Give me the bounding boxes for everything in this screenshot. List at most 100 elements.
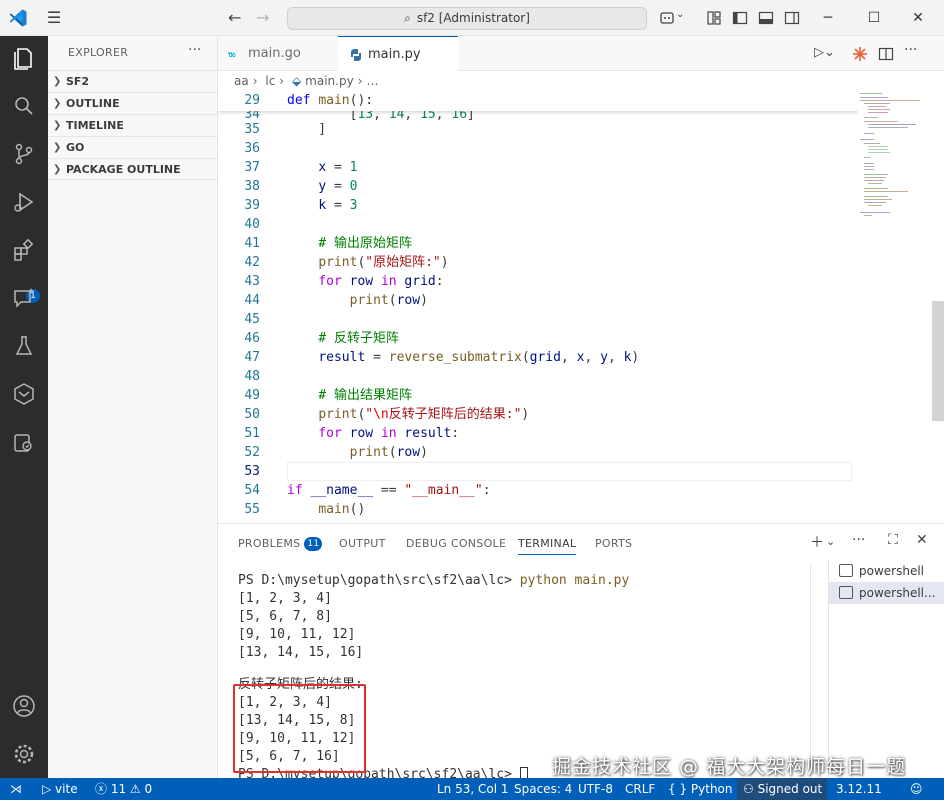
breadcrumb-item[interactable]: lc xyxy=(265,74,275,88)
code-line: 48 xyxy=(244,369,260,384)
code-line: 52 print(row) xyxy=(244,445,428,460)
terminal-line: [1, 2, 3, 4] xyxy=(238,591,332,606)
watermark: 掘金技术社区 @ 福大大架构师每日一题 xyxy=(552,756,907,778)
code-line: 37 x = 1 xyxy=(244,160,358,175)
code-line: 36 xyxy=(244,141,260,156)
sidebar-section-package-outline[interactable]: ❯ PACKAGE OUTLINE xyxy=(48,158,218,180)
code-line: 47 result = reverse_submatrix(grid, x, y… xyxy=(244,350,640,365)
sidebar-title: EXPLORER xyxy=(68,46,129,59)
tab-main-go[interactable]: ∞ main.go xyxy=(218,36,338,71)
account-icon[interactable] xyxy=(10,692,38,720)
explorer-icon[interactable] xyxy=(10,44,38,72)
copilot-status-icon[interactable]: ☺ xyxy=(910,778,923,800)
sidebar-explorer: EXPLORER ··· ❯ SF2 ❯ OUTLINE ❯ TIMELINE ❯ GO… xyxy=(48,36,218,778)
chevron-right-icon: ❯ xyxy=(53,142,62,153)
tab-output[interactable]: OUTPUT xyxy=(339,537,386,550)
toggle-sidebar-icon[interactable] xyxy=(732,10,748,26)
terminal-item-powershell[interactable]: powershell xyxy=(829,560,944,582)
tab-terminal[interactable]: TERMINAL xyxy=(518,537,577,555)
status-indentation[interactable]: Spaces: 4 xyxy=(514,778,572,800)
docker-icon[interactable] xyxy=(10,428,38,456)
search-icon: ⌕ xyxy=(404,11,411,25)
run-debug-icon[interactable] xyxy=(10,188,38,216)
braces-icon: { } xyxy=(668,782,691,796)
status-language[interactable]: { } Python xyxy=(668,778,733,800)
chevron-down-icon[interactable]: ⌄ xyxy=(676,9,684,20)
status-branch[interactable]: ▷ vite xyxy=(42,778,78,800)
status-encoding[interactable]: UTF-8 xyxy=(578,778,613,800)
tab-debug-console[interactable]: DEBUG CONSOLE xyxy=(406,537,506,550)
vscode-logo-icon xyxy=(9,9,27,27)
more-actions-icon[interactable]: ··· xyxy=(188,42,201,58)
sticky-scroll-line[interactable]: 29 def main(): xyxy=(218,91,858,111)
code-line: 50 print("\n反转子矩阵后的结果:") xyxy=(244,407,530,422)
toggle-secondary-sidebar-icon[interactable] xyxy=(784,10,800,26)
maximize-button[interactable]: ☐ xyxy=(862,6,886,30)
more-actions-icon[interactable]: ··· xyxy=(904,42,917,58)
source-control-icon[interactable] xyxy=(10,140,38,168)
breadcrumb-item[interactable]: aa xyxy=(234,74,249,88)
status-cursor-position[interactable]: Ln 53, Col 1 xyxy=(437,778,509,800)
run-icon[interactable]: ▷⌄ xyxy=(814,45,844,60)
minimize-button[interactable]: ─ xyxy=(816,6,840,30)
status-account[interactable]: ⚇ Signed out xyxy=(737,778,827,800)
code-line: 41 # 输出原始矩阵 xyxy=(244,236,412,251)
window-title: sf2 [Administrator] xyxy=(416,11,530,25)
code-line: 44 print(row) xyxy=(244,293,428,308)
testing-icon[interactable] xyxy=(10,332,38,360)
new-terminal-icon[interactable]: ＋ xyxy=(810,532,824,552)
chevron-right-icon: › xyxy=(252,74,258,88)
code-line: 43 for row in grid: xyxy=(244,274,444,289)
minimap[interactable] xyxy=(858,91,930,521)
spark-icon[interactable] xyxy=(852,46,868,62)
terminal-scrollbar[interactable] xyxy=(810,564,811,779)
breadcrumb-item[interactable]: main.py xyxy=(305,74,354,88)
error-icon: ⓧ xyxy=(95,782,111,796)
extensions-icon[interactable] xyxy=(10,236,38,264)
code-line: 39 k = 3 xyxy=(244,198,358,213)
terminal-item-powershell-2[interactable]: powershell... xyxy=(829,582,944,604)
more-actions-icon[interactable]: ··· xyxy=(852,532,865,548)
status-problems[interactable]: ⓧ 11 ⚠ 0 xyxy=(95,778,152,800)
close-button[interactable]: ✕ xyxy=(906,6,930,30)
code-line: 45 xyxy=(244,312,260,327)
maximize-panel-icon[interactable]: ⛶ xyxy=(888,532,898,548)
python-file-icon xyxy=(351,49,361,61)
command-center[interactable]: ⌕ sf2 [Administrator] xyxy=(287,7,647,30)
tab-problems[interactable]: PROBLEMS 11 xyxy=(238,537,323,551)
run-icon: ▷ xyxy=(42,782,56,796)
activity-bar: 1 xyxy=(0,36,48,778)
terminal-icon xyxy=(839,564,853,577)
editor-scrollbar[interactable] xyxy=(930,91,944,521)
status-python-version[interactable]: 3.12.11 xyxy=(836,778,882,800)
tab-ports[interactable]: PORTS xyxy=(595,537,632,550)
tab-main-py[interactable]: main.py xyxy=(338,36,458,71)
account-icon: ⚇ xyxy=(743,782,758,796)
back-arrow-icon[interactable]: ← xyxy=(228,8,241,27)
code-line: 40 xyxy=(244,217,260,232)
scrollbar-thumb[interactable] xyxy=(932,301,944,421)
status-eol[interactable]: CRLF xyxy=(625,778,655,800)
copilot-icon[interactable] xyxy=(660,10,676,26)
terminal-line: [13, 14, 15, 16] xyxy=(238,645,364,660)
search-icon[interactable] xyxy=(10,92,38,120)
code-line: 46 # 反转子矩阵 xyxy=(244,331,399,346)
toggle-panel-icon[interactable] xyxy=(758,10,774,26)
customize-layout-icon[interactable] xyxy=(706,10,722,26)
forward-arrow-icon[interactable]: → xyxy=(256,8,269,27)
sidebar-section-go[interactable]: ❯ GO xyxy=(48,136,218,158)
terminal-command: python main.py xyxy=(519,573,630,588)
sidebar-section-timeline[interactable]: ❯ TIMELINE xyxy=(48,114,218,136)
split-editor-icon[interactable] xyxy=(878,46,894,62)
gear-icon[interactable] xyxy=(10,740,38,768)
code-line: 49 # 输出结果矩阵 xyxy=(244,388,412,403)
code-editor[interactable]: 34 [13, 14, 15, 16] 29 def main(): 35 ] 3… xyxy=(218,91,858,521)
menu-icon[interactable]: ☰ xyxy=(44,8,64,28)
remote-indicator-icon[interactable]: ⋊ xyxy=(0,778,32,800)
chat-icon[interactable] xyxy=(10,284,38,312)
remote-explorer-icon[interactable] xyxy=(10,380,38,408)
sidebar-section-sf2[interactable]: ❯ SF2 xyxy=(48,70,218,92)
sidebar-section-outline[interactable]: ❯ OUTLINE xyxy=(48,92,218,114)
chevron-down-icon[interactable]: ⌄ xyxy=(826,535,835,548)
close-icon[interactable]: ✕ xyxy=(916,532,928,548)
